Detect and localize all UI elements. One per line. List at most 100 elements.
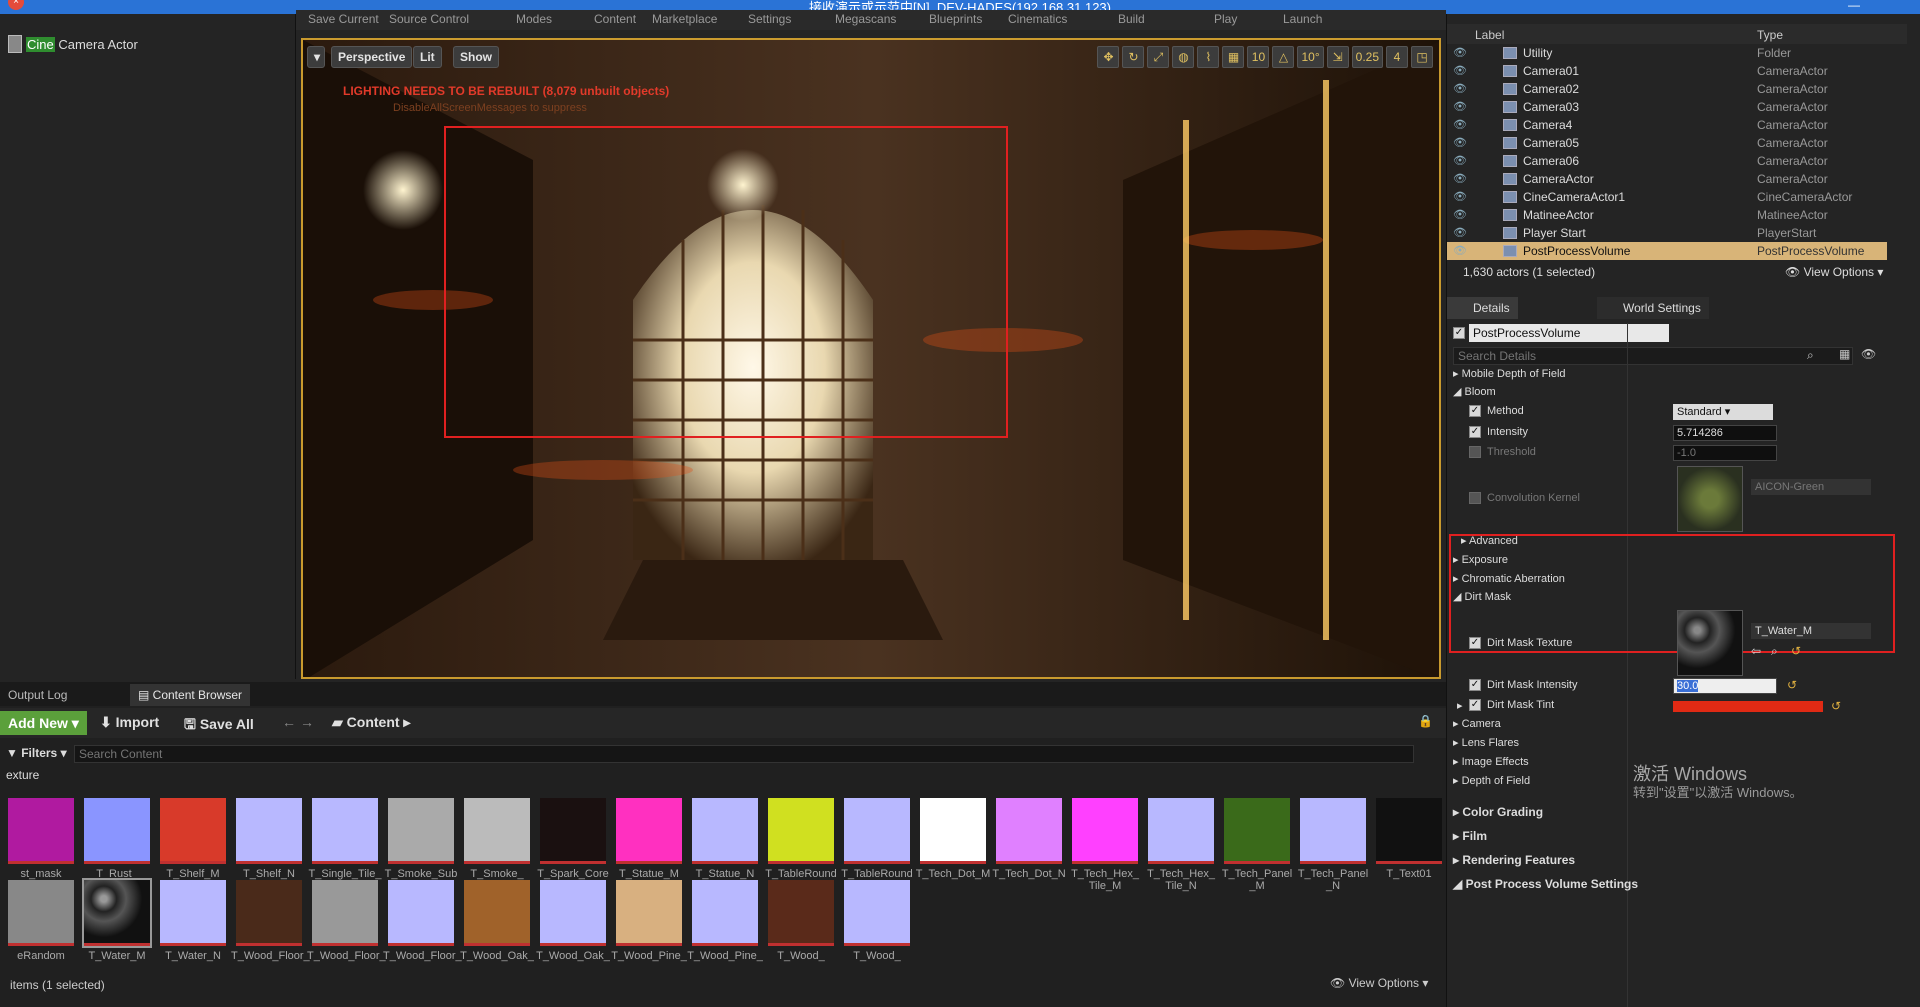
section-color-grading[interactable]: ▸ Color Grading [1453,805,1543,819]
tab-output-log[interactable]: Output Log [0,684,75,706]
section-dirt-mask[interactable]: ◢ Dirt Mask [1453,590,1511,603]
asset-thumbnail[interactable] [616,798,682,864]
object-checkbox[interactable]: ✓ [1453,327,1465,339]
visibility-eye-icon[interactable]: 👁 [1453,134,1467,152]
rotation-snap-icon[interactable]: △ [1272,46,1295,68]
asset-thumbnail[interactable] [464,798,530,864]
threshold-field[interactable]: -1.0 [1673,445,1777,461]
path-content[interactable]: ▰ Content ▸ [332,714,410,731]
surface-snap-icon[interactable]: ⌇ [1197,46,1220,68]
col-label[interactable]: Label [1475,28,1504,42]
intensity-field[interactable]: 5.714286 [1673,425,1777,441]
asset-thumbnail[interactable] [920,798,986,864]
lit-button[interactable]: Lit [413,46,442,68]
toolbar-save-current[interactable]: Save Current [308,12,379,26]
outliner-row[interactable]: 👁 Camera06 CameraActor [1447,152,1887,170]
section-post-process-volume-settings[interactable]: ◢ Post Process Volume Settings [1453,877,1638,891]
tab-world-settings[interactable]: World Settings [1597,297,1709,319]
outliner-row[interactable]: 👁 Player Start PlayerStart [1447,224,1887,242]
toolbar-settings[interactable]: Settings [748,12,791,26]
toolbar-modes[interactable]: Modes [516,12,552,26]
search-details-input[interactable] [1453,347,1853,365]
asset-thumbnail[interactable] [236,880,302,946]
dirt-mask-texture-thumb[interactable] [1677,610,1743,676]
history-back-icon[interactable]: ← [282,714,296,730]
section-bloom[interactable]: ◢ Bloom [1453,385,1496,398]
cine-camera-actor-item[interactable]: Cine Camera Actor [8,34,138,54]
browse-asset-icon[interactable]: ⌕ [1771,644,1778,659]
section-camera[interactable]: ▸ Camera [1453,717,1501,730]
method-dropdown[interactable]: Standard ▾ [1673,404,1773,420]
section-lens-flares[interactable]: ▸ Lens Flares [1453,736,1519,749]
outliner-row[interactable]: 👁 Camera03 CameraActor [1447,98,1887,116]
asset-thumbnail[interactable] [692,880,758,946]
visibility-eye-icon[interactable]: 👁 [1453,170,1467,188]
intensity-reset-icon[interactable]: ↺ [1787,678,1797,692]
asset-thumbnail[interactable] [84,798,150,864]
scale-snap-value[interactable]: 0.25 [1351,46,1383,68]
outliner-row[interactable]: 👁 Camera4 CameraActor [1447,116,1887,134]
toolbar-content[interactable]: Content [594,12,636,26]
col-type[interactable]: Type [1757,28,1783,42]
intensity-checkbox[interactable]: ✓ [1469,426,1481,438]
asset-thumbnail[interactable] [768,798,834,864]
asset-thumbnail[interactable] [692,798,758,864]
tab-content-browser[interactable]: ▤ Content Browser [130,684,251,706]
visibility-eye-icon[interactable]: 👁 [1453,44,1467,62]
toolbar-play[interactable]: Play [1214,12,1237,26]
asset-thumbnail[interactable] [388,880,454,946]
translate-icon[interactable]: ✥ [1097,46,1120,68]
asset-thumbnail[interactable] [160,880,226,946]
toolbar-marketplace[interactable]: Marketplace [652,12,717,26]
viewport-options-button[interactable]: ▾ [307,46,325,68]
visibility-eye-icon[interactable]: 👁 [1453,98,1467,116]
import-button[interactable]: ⬇ Import [100,714,159,731]
scale-snap-icon[interactable]: ⇲ [1326,46,1349,68]
asset-thumbnail[interactable] [82,878,152,948]
asset-thumbnail[interactable] [540,880,606,946]
rotate-icon[interactable]: ↻ [1122,46,1145,68]
section-rendering-features[interactable]: ▸ Rendering Features [1453,853,1575,867]
outliner-row[interactable]: 👁 MatineeActor MatineeActor [1447,206,1887,224]
use-selected-asset-icon[interactable]: ⇦ [1751,644,1761,658]
visibility-eye-icon[interactable]: 👁 [1453,206,1467,224]
visibility-eye-icon[interactable]: 👁 [1453,152,1467,170]
lock-icon[interactable]: 🔒 [1418,714,1433,728]
asset-thumbnail[interactable] [1072,798,1138,864]
convolution-checkbox[interactable] [1469,492,1481,504]
tab-details[interactable]: Details [1447,297,1518,319]
maximize-viewport-icon[interactable]: ◳ [1411,46,1433,68]
perspective-button[interactable]: Perspective [331,46,413,68]
asset-thumbnail[interactable] [1300,798,1366,864]
view-options-button[interactable]: 👁 View Options ▾ [1330,976,1428,990]
toolbar-blueprints[interactable]: Blueprints [929,12,982,26]
toolbar-cinematics[interactable]: Cinematics [1008,12,1067,26]
visibility-eye-icon[interactable]: 👁 [1453,80,1467,98]
object-name-field[interactable]: PostProcessVolume [1469,324,1669,342]
convolution-texture-thumb[interactable] [1677,466,1743,532]
scale-icon[interactable]: ⤢ [1147,46,1170,68]
asset-thumbnail[interactable] [8,798,74,864]
outliner-row[interactable]: 👁 PostProcessVolume PostProcessVolume [1447,242,1887,260]
grid-snap-icon[interactable]: ▦ [1222,46,1245,68]
reset-to-default-icon[interactable]: ↺ [1791,644,1801,658]
asset-thumbnail[interactable] [160,798,226,864]
asset-thumbnail[interactable] [464,880,530,946]
section-depth-of-field[interactable]: ▸ Depth of Field [1453,774,1530,787]
asset-thumbnail[interactable] [8,880,74,946]
asset-thumbnail[interactable] [1224,798,1290,864]
rotation-snap-value[interactable]: 10° [1297,46,1324,68]
level-viewport[interactable]: ▾ Perspective Lit Show ✥ ↻ ⤢ ◍ ⌇ ▦ 10 △ … [301,38,1441,679]
visibility-eye-icon[interactable]: 👁 [1453,224,1467,242]
threshold-checkbox[interactable] [1469,446,1481,458]
save-all-button[interactable]: 🖫 Save All [184,714,254,738]
outliner-view-options[interactable]: 👁 View Options ▾ [1785,265,1883,279]
visibility-eye-icon[interactable]: 👁 [1453,116,1467,134]
minimize-icon[interactable]: — [1848,0,1860,12]
visibility-eye-icon[interactable]: 👁 [1453,242,1467,260]
method-checkbox[interactable]: ✓ [1469,405,1481,417]
asset-thumbnail[interactable] [388,798,454,864]
dirt-mask-tint-swatch[interactable] [1673,701,1823,712]
section-film[interactable]: ▸ Film [1453,829,1487,843]
outliner-row[interactable]: 👁 CameraActor CameraActor [1447,170,1887,188]
